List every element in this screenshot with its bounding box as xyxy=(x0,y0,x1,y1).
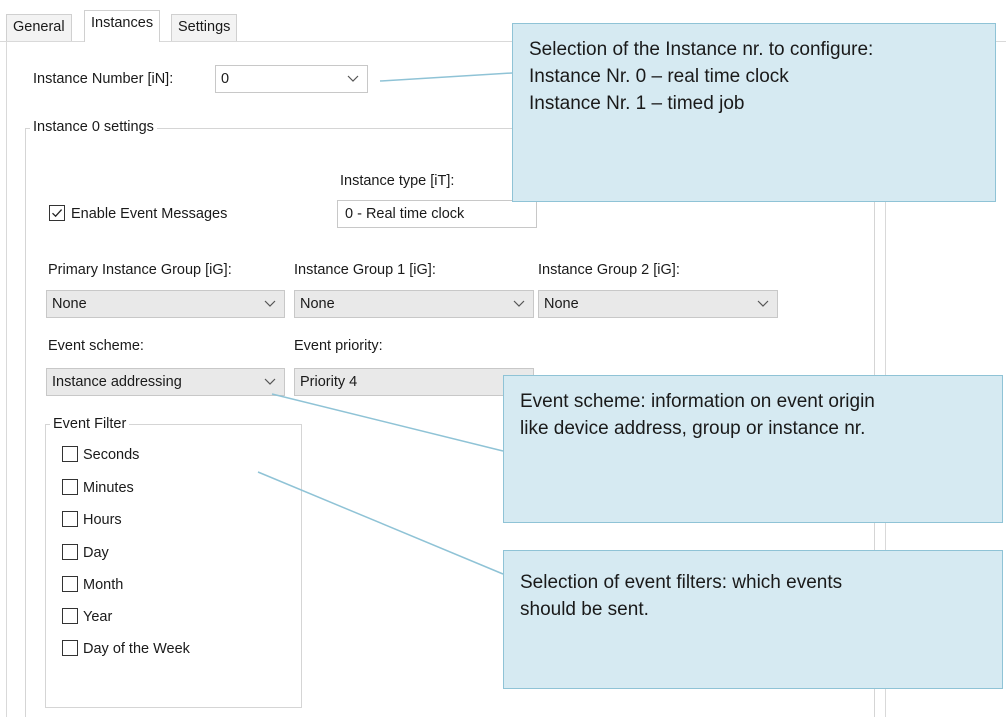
instance-callout-line-2: Instance Nr. 0 – real time clock xyxy=(529,66,789,87)
primary-group-label: Primary Instance Group [iG]: xyxy=(48,262,232,278)
chevron-down-icon xyxy=(264,300,276,307)
event-scheme-label: Event scheme: xyxy=(48,338,144,354)
filter-seconds-checkbox[interactable] xyxy=(62,446,78,462)
filter-day-checkbox[interactable] xyxy=(62,544,78,560)
enable-events-checkbox[interactable] xyxy=(49,205,65,221)
group2-label: Instance Group 2 [iG]: xyxy=(538,262,680,278)
instance-number-value: 0 xyxy=(221,71,230,87)
chevron-down-icon xyxy=(347,75,359,82)
event-priority-value: Priority 4 xyxy=(300,374,358,390)
group1-value: None xyxy=(300,296,335,312)
filter-month-checkbox[interactable] xyxy=(62,576,78,592)
filter-minutes-checkbox[interactable] xyxy=(62,479,78,495)
filters-callout: Selection of event filters: which events… xyxy=(503,550,1003,689)
tab-settings[interactable]: Settings xyxy=(171,14,238,41)
filters-callout-line-1: Selection of event filters: which events xyxy=(520,572,843,593)
chevron-down-icon xyxy=(264,378,276,385)
primary-group-combo[interactable]: None xyxy=(46,290,285,318)
filter-day-of-week-checkbox[interactable] xyxy=(62,640,78,656)
instance-callout-line-3: Instance Nr. 1 – timed job xyxy=(529,93,745,114)
event-scheme-value: Instance addressing xyxy=(52,374,182,390)
group2-value: None xyxy=(544,296,579,312)
event-scheme-combo[interactable]: Instance addressing xyxy=(46,368,285,396)
instance-callout-line-1: Selection of the Instance nr. to configu… xyxy=(529,39,874,60)
filter-day-label: Day xyxy=(83,545,109,561)
tab-general[interactable]: General xyxy=(6,14,72,41)
event-priority-label: Event priority: xyxy=(294,338,383,354)
filter-hours-checkbox[interactable] xyxy=(62,511,78,527)
scheme-callout-line-1: Event scheme: information on event origi… xyxy=(520,391,875,412)
event-priority-combo[interactable]: Priority 4 xyxy=(294,368,534,396)
instance-number-combo[interactable]: 0 xyxy=(215,65,368,93)
instance-type-label: Instance type [iT]: xyxy=(340,173,455,189)
primary-group-value: None xyxy=(52,296,87,312)
checkmark-icon xyxy=(52,209,63,218)
group2-combo[interactable]: None xyxy=(538,290,778,318)
instance-settings-title: Instance 0 settings xyxy=(30,118,157,136)
filter-year-label: Year xyxy=(83,609,113,625)
filter-minutes-label: Minutes xyxy=(83,480,134,496)
group1-label: Instance Group 1 [iG]: xyxy=(294,262,436,278)
scheme-callout-line-2: like device address, group or instance n… xyxy=(520,418,866,439)
instance-number-label: Instance Number [iN]: xyxy=(33,71,174,87)
tab-instances[interactable]: Instances xyxy=(84,10,161,42)
filter-month-label: Month xyxy=(83,577,124,593)
enable-events-label: Enable Event Messages xyxy=(71,206,228,222)
instance-callout: Selection of the Instance nr. to configu… xyxy=(512,23,996,202)
scheme-callout: Event scheme: information on event origi… xyxy=(503,375,1003,523)
event-filter-title: Event Filter xyxy=(50,415,130,433)
chevron-down-icon xyxy=(757,300,769,307)
filters-callout-line-2: should be sent. xyxy=(520,599,649,620)
filter-hours-label: Hours xyxy=(83,512,122,528)
panel-border xyxy=(6,41,7,717)
instance-type-field: 0 - Real time clock xyxy=(337,200,537,228)
event-filter-group xyxy=(45,424,302,708)
filter-seconds-label: Seconds xyxy=(83,447,140,463)
group1-combo[interactable]: None xyxy=(294,290,534,318)
chevron-down-icon xyxy=(513,300,525,307)
instance-leader-line xyxy=(379,72,513,82)
filter-year-checkbox[interactable] xyxy=(62,608,78,624)
filter-day-of-week-label: Day of the Week xyxy=(83,641,190,657)
